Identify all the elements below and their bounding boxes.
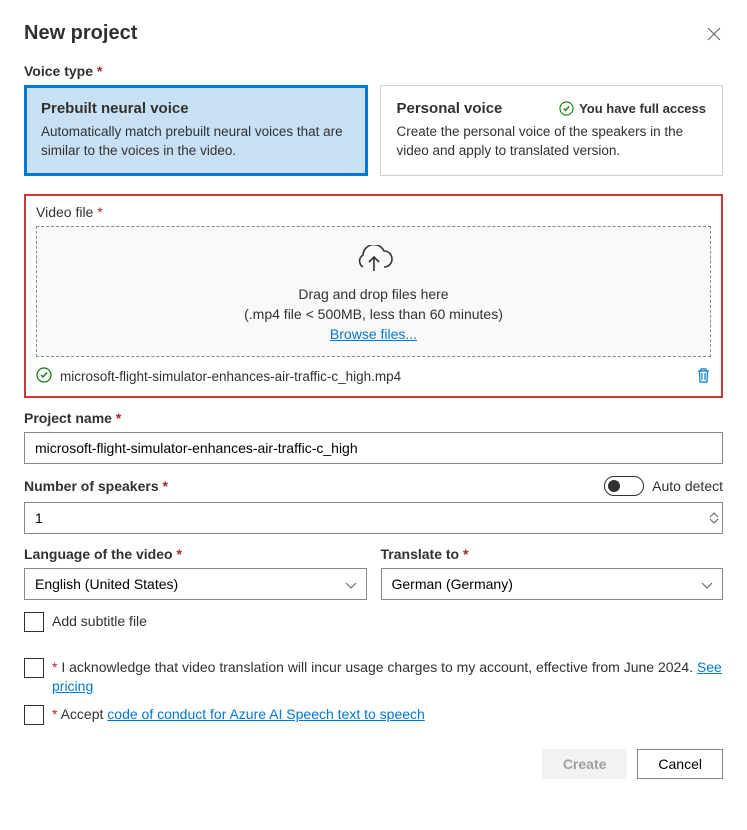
translate-to-select[interactable] — [381, 568, 724, 600]
language-select[interactable] — [24, 568, 367, 600]
drop-hint: (.mp4 file < 500MB, less than 60 minutes… — [244, 306, 503, 322]
project-name-label: Project name * — [24, 410, 723, 426]
subtitle-label: Add subtitle file — [52, 612, 147, 632]
check-circle-icon — [36, 367, 52, 386]
acknowledge-row: * I acknowledge that video translation w… — [24, 658, 723, 697]
close-button[interactable] — [705, 25, 723, 43]
video-file-label: Video file * — [36, 204, 711, 220]
cloud-upload-icon — [354, 245, 394, 278]
auto-detect-label: Auto detect — [652, 478, 723, 494]
uploaded-file-name: microsoft-flight-simulator-enhances-air-… — [60, 369, 401, 384]
conduct-row: * Accept code of conduct for Azure AI Sp… — [24, 705, 723, 725]
voice-card-prebuilt[interactable]: Prebuilt neural voice Automatically matc… — [24, 85, 368, 176]
speakers-label: Number of speakers * — [24, 478, 168, 494]
project-name-input[interactable] — [24, 432, 723, 464]
access-badge: You have full access — [559, 101, 706, 116]
conduct-text: * Accept code of conduct for Azure AI Sp… — [52, 705, 425, 725]
browse-files-link[interactable]: Browse files... — [330, 326, 417, 342]
language-label: Language of the video * — [24, 546, 367, 562]
voice-card-desc: Create the personal voice of the speaker… — [397, 123, 707, 161]
drop-text: Drag and drop files here — [298, 286, 448, 302]
voice-card-title: Personal voice — [397, 100, 503, 117]
auto-detect-toggle-wrap: Auto detect — [604, 476, 723, 496]
code-of-conduct-link[interactable]: code of conduct for Azure AI Speech text… — [107, 706, 425, 722]
subtitle-checkbox[interactable] — [24, 612, 44, 632]
close-icon — [707, 27, 721, 41]
conduct-checkbox[interactable] — [24, 705, 44, 725]
cancel-button[interactable]: Cancel — [637, 749, 723, 779]
voice-type-label: Voice type * — [24, 63, 723, 79]
acknowledge-text: * I acknowledge that video translation w… — [52, 658, 723, 697]
video-file-section: Video file * Drag and drop files here (.… — [24, 194, 723, 398]
trash-icon — [696, 367, 711, 383]
voice-type-cards: Prebuilt neural voice Automatically matc… — [24, 85, 723, 176]
dialog-title: New project — [24, 22, 137, 45]
new-project-dialog: New project Voice type * Prebuilt neural… — [0, 0, 747, 803]
check-circle-icon — [559, 101, 574, 116]
voice-card-title: Prebuilt neural voice — [41, 100, 189, 117]
delete-file-button[interactable] — [696, 367, 711, 386]
video-dropzone[interactable]: Drag and drop files here (.mp4 file < 50… — [36, 226, 711, 357]
create-button[interactable]: Create — [542, 749, 628, 779]
voice-card-personal[interactable]: Personal voice You have full access Crea… — [380, 85, 724, 176]
subtitle-checkbox-row: Add subtitle file — [24, 612, 723, 632]
speakers-input[interactable] — [24, 502, 723, 534]
dialog-footer: Create Cancel — [24, 749, 723, 779]
voice-card-desc: Automatically match prebuilt neural voic… — [41, 123, 351, 161]
acknowledge-checkbox[interactable] — [24, 658, 44, 678]
dialog-header: New project — [24, 22, 723, 45]
translate-to-label: Translate to * — [381, 546, 724, 562]
auto-detect-toggle[interactable] — [604, 476, 644, 496]
uploaded-file-row: microsoft-flight-simulator-enhances-air-… — [36, 367, 711, 386]
